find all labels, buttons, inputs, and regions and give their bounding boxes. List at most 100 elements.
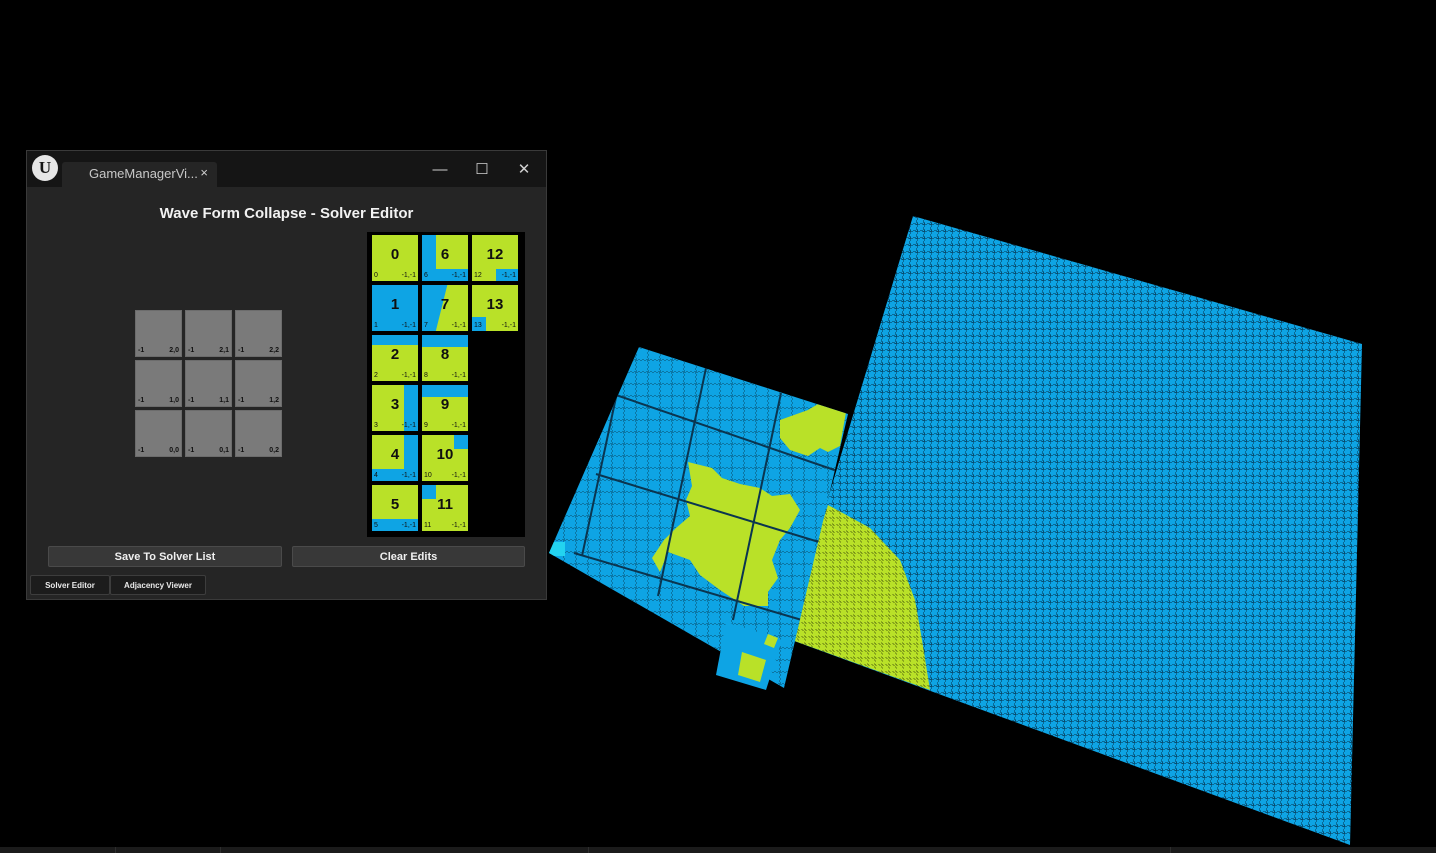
- tile-6[interactable]: 6 6 -1,-1: [422, 235, 468, 281]
- preview-cell-right-label: 0,0: [169, 447, 179, 454]
- preview-cell[interactable]: -1 2,1: [185, 310, 232, 357]
- preview-cell-right-label: 1,0: [169, 397, 179, 404]
- preview-cell-left-label: -1: [138, 447, 145, 454]
- tile-number: 9: [440, 396, 450, 413]
- preview-cell[interactable]: -1 0,0: [135, 410, 182, 457]
- large-tile-plane: [786, 216, 1362, 845]
- tile-3[interactable]: 3 3 -1,-1: [372, 385, 418, 431]
- tile-left-label: 1: [374, 322, 378, 329]
- tile-right-label: -1,-1: [451, 272, 466, 279]
- tile-right-label: -1,-1: [401, 422, 416, 429]
- tile-left-label: 4: [374, 472, 378, 479]
- close-tab-icon[interactable]: ×: [200, 165, 208, 180]
- tile-1[interactable]: 1 1 -1,-1: [372, 285, 418, 331]
- preview-cell[interactable]: -1 1,2: [235, 360, 282, 407]
- tab-label: GameManagerVi...: [89, 166, 198, 181]
- preview-cell-left-label: -1: [238, 397, 245, 404]
- tile-number: 3: [390, 396, 400, 413]
- tile-right-label: -1,-1: [401, 272, 416, 279]
- preview-cell-left-label: -1: [188, 347, 195, 354]
- tile-right-label: -1,-1: [451, 522, 466, 529]
- preview-cell-right-label: 1,2: [269, 397, 279, 404]
- preview-cell[interactable]: -1 1,1: [185, 360, 232, 407]
- editor-heading: Wave Form Collapse - Solver Editor: [159, 205, 414, 222]
- tile-11[interactable]: 11 11 -1,-1: [422, 485, 468, 531]
- preview-cell[interactable]: -1 1,0: [135, 360, 182, 407]
- tile-10[interactable]: 10 10 -1,-1: [422, 435, 468, 481]
- tile-left-label: 9: [424, 422, 428, 429]
- preview-cell[interactable]: -1 2,2: [235, 310, 282, 357]
- tile-left-label: 13: [474, 322, 482, 329]
- preview-cell-left-label: -1: [188, 397, 195, 404]
- tile-number: 11: [437, 496, 453, 513]
- tile-13[interactable]: 13 13 -1,-1: [472, 285, 518, 331]
- maximize-button[interactable]: ☐: [465, 156, 499, 182]
- tile-left-label: 12: [474, 272, 482, 279]
- viewport-bottom-bar: [0, 847, 1436, 853]
- preview-cell-right-label: 2,1: [219, 347, 229, 354]
- tile-4[interactable]: 4 4 -1,-1: [372, 435, 418, 481]
- unreal-logo-icon: U: [32, 155, 58, 181]
- tile-8[interactable]: 8 8 -1,-1: [422, 335, 468, 381]
- tile-left-label: 2: [374, 372, 378, 379]
- tile-number: 13: [486, 296, 504, 313]
- tile-number: 10: [436, 446, 454, 463]
- preview-cell-right-label: 0,1: [219, 447, 229, 454]
- tile-left-label: 8: [424, 372, 428, 379]
- preview-cell[interactable]: -1 2,0: [135, 310, 182, 357]
- save-to-solver-list-button[interactable]: Save To Solver List: [48, 546, 282, 567]
- tile-5[interactable]: 5 5 -1,-1: [372, 485, 418, 531]
- preview-cell-right-label: 2,2: [269, 347, 279, 354]
- tile-right-label: -1,-1: [451, 422, 466, 429]
- window-titlebar[interactable]: U GameManagerVi... × — ☐ ✕: [27, 151, 546, 187]
- tile-7[interactable]: 7 7 -1,-1: [422, 285, 468, 331]
- tile-right-label: -1,-1: [401, 322, 416, 329]
- tile-number: 0: [390, 246, 400, 263]
- tile-12[interactable]: 12 12 -1,-1: [472, 235, 518, 281]
- minimize-button[interactable]: —: [423, 156, 457, 182]
- tile-number: 1: [390, 296, 400, 313]
- tile-palette: 0 0 -1,-1 6 6 -1,-1 12 12 -1,-1 1 1 -1,-1 7 7 -1,-1 13 1…: [367, 232, 525, 537]
- solver-editor-window: U GameManagerVi... × — ☐ ✕ Wave Form Col…: [26, 150, 547, 600]
- preview-cell[interactable]: -1 0,2: [235, 410, 282, 457]
- tile-0[interactable]: 0 0 -1,-1: [372, 235, 418, 281]
- tile-left-label: 5: [374, 522, 378, 529]
- preview-cell-left-label: -1: [188, 447, 195, 454]
- tile-right-label: -1,-1: [451, 322, 466, 329]
- tile-left-label: 0: [374, 272, 378, 279]
- tile-number: 5: [390, 496, 400, 513]
- tile-2[interactable]: 2 2 -1,-1: [372, 335, 418, 381]
- tile-right-label: -1,-1: [401, 472, 416, 479]
- tile-number: 12: [486, 246, 504, 263]
- preview-cell-right-label: 0,2: [269, 447, 279, 454]
- tile-9[interactable]: 9 9 -1,-1: [422, 385, 468, 431]
- preview-cell-left-label: -1: [238, 447, 245, 454]
- tile-right-label: -1,-1: [501, 272, 516, 279]
- tile-right-label: -1,-1: [451, 372, 466, 379]
- tab-adjacency-viewer[interactable]: Adjacency Viewer: [110, 575, 206, 595]
- preview-cell-left-label: -1: [138, 347, 145, 354]
- preview-cell-left-label: -1: [138, 397, 145, 404]
- tab-solver-editor[interactable]: Solver Editor: [30, 575, 110, 595]
- clear-edits-button[interactable]: Clear Edits: [292, 546, 525, 567]
- tile-left-label: 10: [424, 472, 432, 479]
- tab-gamemanager[interactable]: GameManagerVi... ×: [62, 162, 217, 187]
- tile-left-label: 7: [424, 322, 428, 329]
- tile-left-label: 11: [424, 522, 432, 529]
- preview-cell[interactable]: -1 0,1: [185, 410, 232, 457]
- tile-right-label: -1,-1: [401, 522, 416, 529]
- tile-right-label: -1,-1: [451, 472, 466, 479]
- tile-left-label: 6: [424, 272, 428, 279]
- close-window-button[interactable]: ✕: [507, 156, 541, 182]
- preview-cell-left-label: -1: [238, 347, 245, 354]
- tile-number: 7: [440, 296, 450, 313]
- tile-pattern-segment: [372, 335, 418, 345]
- tile-left-label: 3: [374, 422, 378, 429]
- tile-right-label: -1,-1: [501, 322, 516, 329]
- preview-cell-right-label: 1,1: [219, 397, 229, 404]
- preview-cell-right-label: 2,0: [169, 347, 179, 354]
- tile-number: 4: [390, 446, 400, 463]
- tile-number: 6: [440, 246, 450, 263]
- tile-right-label: -1,-1: [401, 372, 416, 379]
- tile-number: 2: [390, 346, 400, 363]
